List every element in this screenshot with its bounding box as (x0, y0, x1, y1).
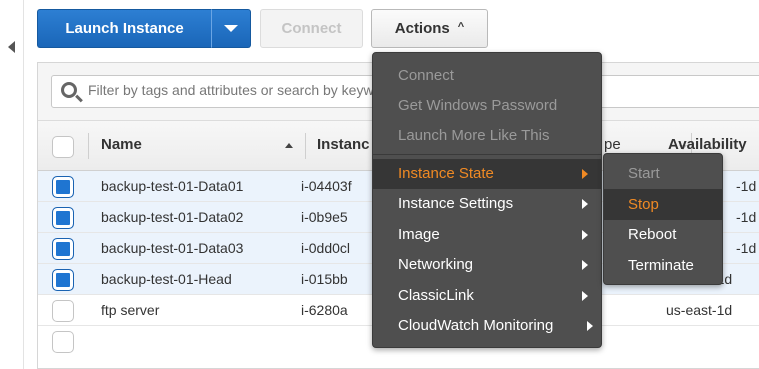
menu-item-launch-more-like-this: Launch More Like This (398, 127, 550, 144)
chevron-right-icon (582, 291, 588, 301)
launch-instance-dropdown-button[interactable] (211, 9, 251, 48)
submenu-item-start: Start (628, 165, 660, 182)
cell-instance-id: i-04403f (301, 178, 352, 194)
column-separator (305, 133, 306, 159)
menu-item-get-windows-password: Get Windows Password (398, 97, 558, 114)
chevron-right-icon (582, 230, 588, 240)
chevron-right-icon (582, 169, 588, 179)
menu-divider (373, 154, 601, 155)
cell-name: ftp server (101, 302, 160, 318)
column-header-name[interactable]: Name (101, 136, 142, 153)
submenu-item-reboot[interactable]: Reboot (604, 219, 722, 250)
column-header-instance-id[interactable]: Instanc (317, 136, 370, 153)
cell-instance-id: i-015bb (301, 271, 348, 287)
select-all-checkbox[interactable] (52, 136, 74, 158)
menu-item-label: Instance State (398, 165, 494, 182)
menu-item-connect: Connect (398, 67, 454, 84)
cell-instance-id: i-0dd0cl (301, 240, 351, 256)
submenu-item-terminate[interactable]: Terminate (604, 250, 722, 281)
row-checkbox[interactable] (52, 176, 74, 198)
menu-item-classiclink[interactable]: ClassicLink (373, 281, 601, 311)
instance-state-submenu: Start Stop Reboot Terminate (603, 153, 723, 285)
row-checkbox[interactable] (52, 238, 74, 260)
caret-down-icon (224, 25, 238, 32)
column-header-instance-type[interactable]: pe (604, 136, 621, 153)
sidebar-collapse-strip (0, 0, 24, 369)
menu-item-label: Image (398, 226, 440, 243)
connect-button: Connect (260, 9, 363, 48)
cell-name: backup-test-01-Head (101, 271, 232, 287)
actions-label: Actions (394, 20, 450, 37)
row-checkbox[interactable] (52, 300, 74, 322)
cell-instance-id: i-0b9e5 (301, 209, 348, 225)
caret-up-icon: ^ (457, 20, 465, 33)
submenu-item-stop[interactable]: Stop (604, 189, 722, 220)
menu-item-cloudwatch-monitoring[interactable]: CloudWatch Monitoring (373, 311, 601, 341)
chevron-right-icon (582, 199, 588, 209)
collapse-arrow-icon[interactable] (8, 41, 15, 53)
actions-button[interactable]: Actions ^ (371, 9, 488, 48)
row-checkbox[interactable] (52, 207, 74, 229)
column-separator (88, 133, 89, 159)
menu-item-label: ClassicLink (398, 287, 474, 304)
menu-item-label: CloudWatch Monitoring (398, 317, 554, 334)
menu-item-image[interactable]: Image (373, 220, 601, 250)
chevron-right-icon (587, 321, 593, 331)
sort-ascending-icon[interactable] (285, 143, 293, 148)
row-checkbox[interactable] (52, 331, 74, 353)
cell-name: backup-test-01-Data03 (101, 240, 244, 256)
cell-zone: us-east-1d (666, 302, 733, 318)
cell-instance-id: i-6280a (301, 302, 348, 318)
row-checkbox[interactable] (52, 269, 74, 291)
menu-item-networking[interactable]: Networking (373, 250, 601, 280)
menu-item-instance-state[interactable]: Instance State (373, 159, 601, 189)
menu-item-label: Networking (398, 256, 474, 273)
column-header-availability-zone[interactable]: Availability (668, 136, 747, 153)
launch-instance-button[interactable]: Launch Instance (37, 9, 211, 48)
menu-item-instance-settings[interactable]: Instance Settings (373, 189, 601, 219)
chevron-right-icon (582, 260, 588, 270)
cell-zone: -1d (736, 240, 757, 256)
cell-zone: -1d (736, 178, 757, 194)
cell-name: backup-test-01-Data01 (101, 178, 244, 194)
cell-zone: -1d (736, 209, 757, 225)
actions-menu: Connect Get Windows Password Launch More… (372, 52, 602, 348)
menu-item-label: Instance Settings (398, 195, 514, 212)
cell-name: backup-test-01-Data02 (101, 209, 244, 225)
search-icon (61, 82, 77, 98)
